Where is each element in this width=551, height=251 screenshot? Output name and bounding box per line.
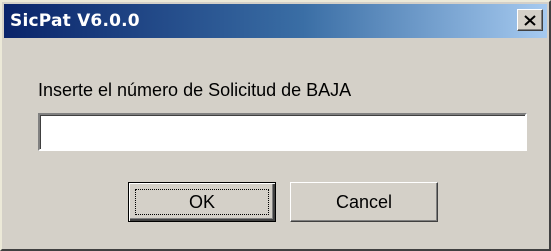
cancel-button[interactable]: Cancel (290, 182, 438, 222)
ok-button-label: OK (188, 191, 215, 212)
title-bar[interactable]: SicPat V6.0.0 (4, 4, 547, 38)
dialog-window: SicPat V6.0.0 Inserte el número de Solic… (0, 0, 551, 251)
close-button[interactable] (517, 9, 543, 31)
ok-button[interactable]: OK (128, 182, 276, 222)
prompt-label: Inserte el número de Solicitud de BAJA (38, 80, 352, 100)
close-icon (524, 14, 536, 26)
window-title: SicPat V6.0.0 (10, 11, 140, 31)
cancel-button-label: Cancel (335, 191, 393, 212)
request-number-input[interactable] (38, 113, 527, 151)
